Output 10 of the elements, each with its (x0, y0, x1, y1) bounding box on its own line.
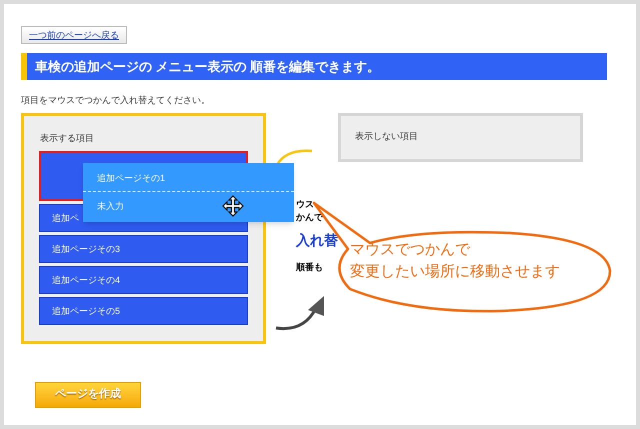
panel-title: 表示する項目 (39, 132, 95, 144)
tip-text: 入れ替 (296, 231, 338, 250)
tip-text: ウス (296, 198, 314, 211)
heading-bar: 車検の追加ページの メニュー表示の 順番を編集できます。 (21, 53, 607, 80)
item-title: 追加ページその1 (83, 163, 294, 192)
tip-text: 順番も (296, 261, 323, 274)
instruction-text: 項目をマウスでつかんで入れ替えてください。 (21, 94, 211, 107)
panel-title: 表示しない項目 (355, 130, 419, 143)
callout-text: マウスでつかんで 変更したい場所に移動させます (350, 240, 560, 282)
item-subtitle: 未入力 (97, 200, 124, 213)
